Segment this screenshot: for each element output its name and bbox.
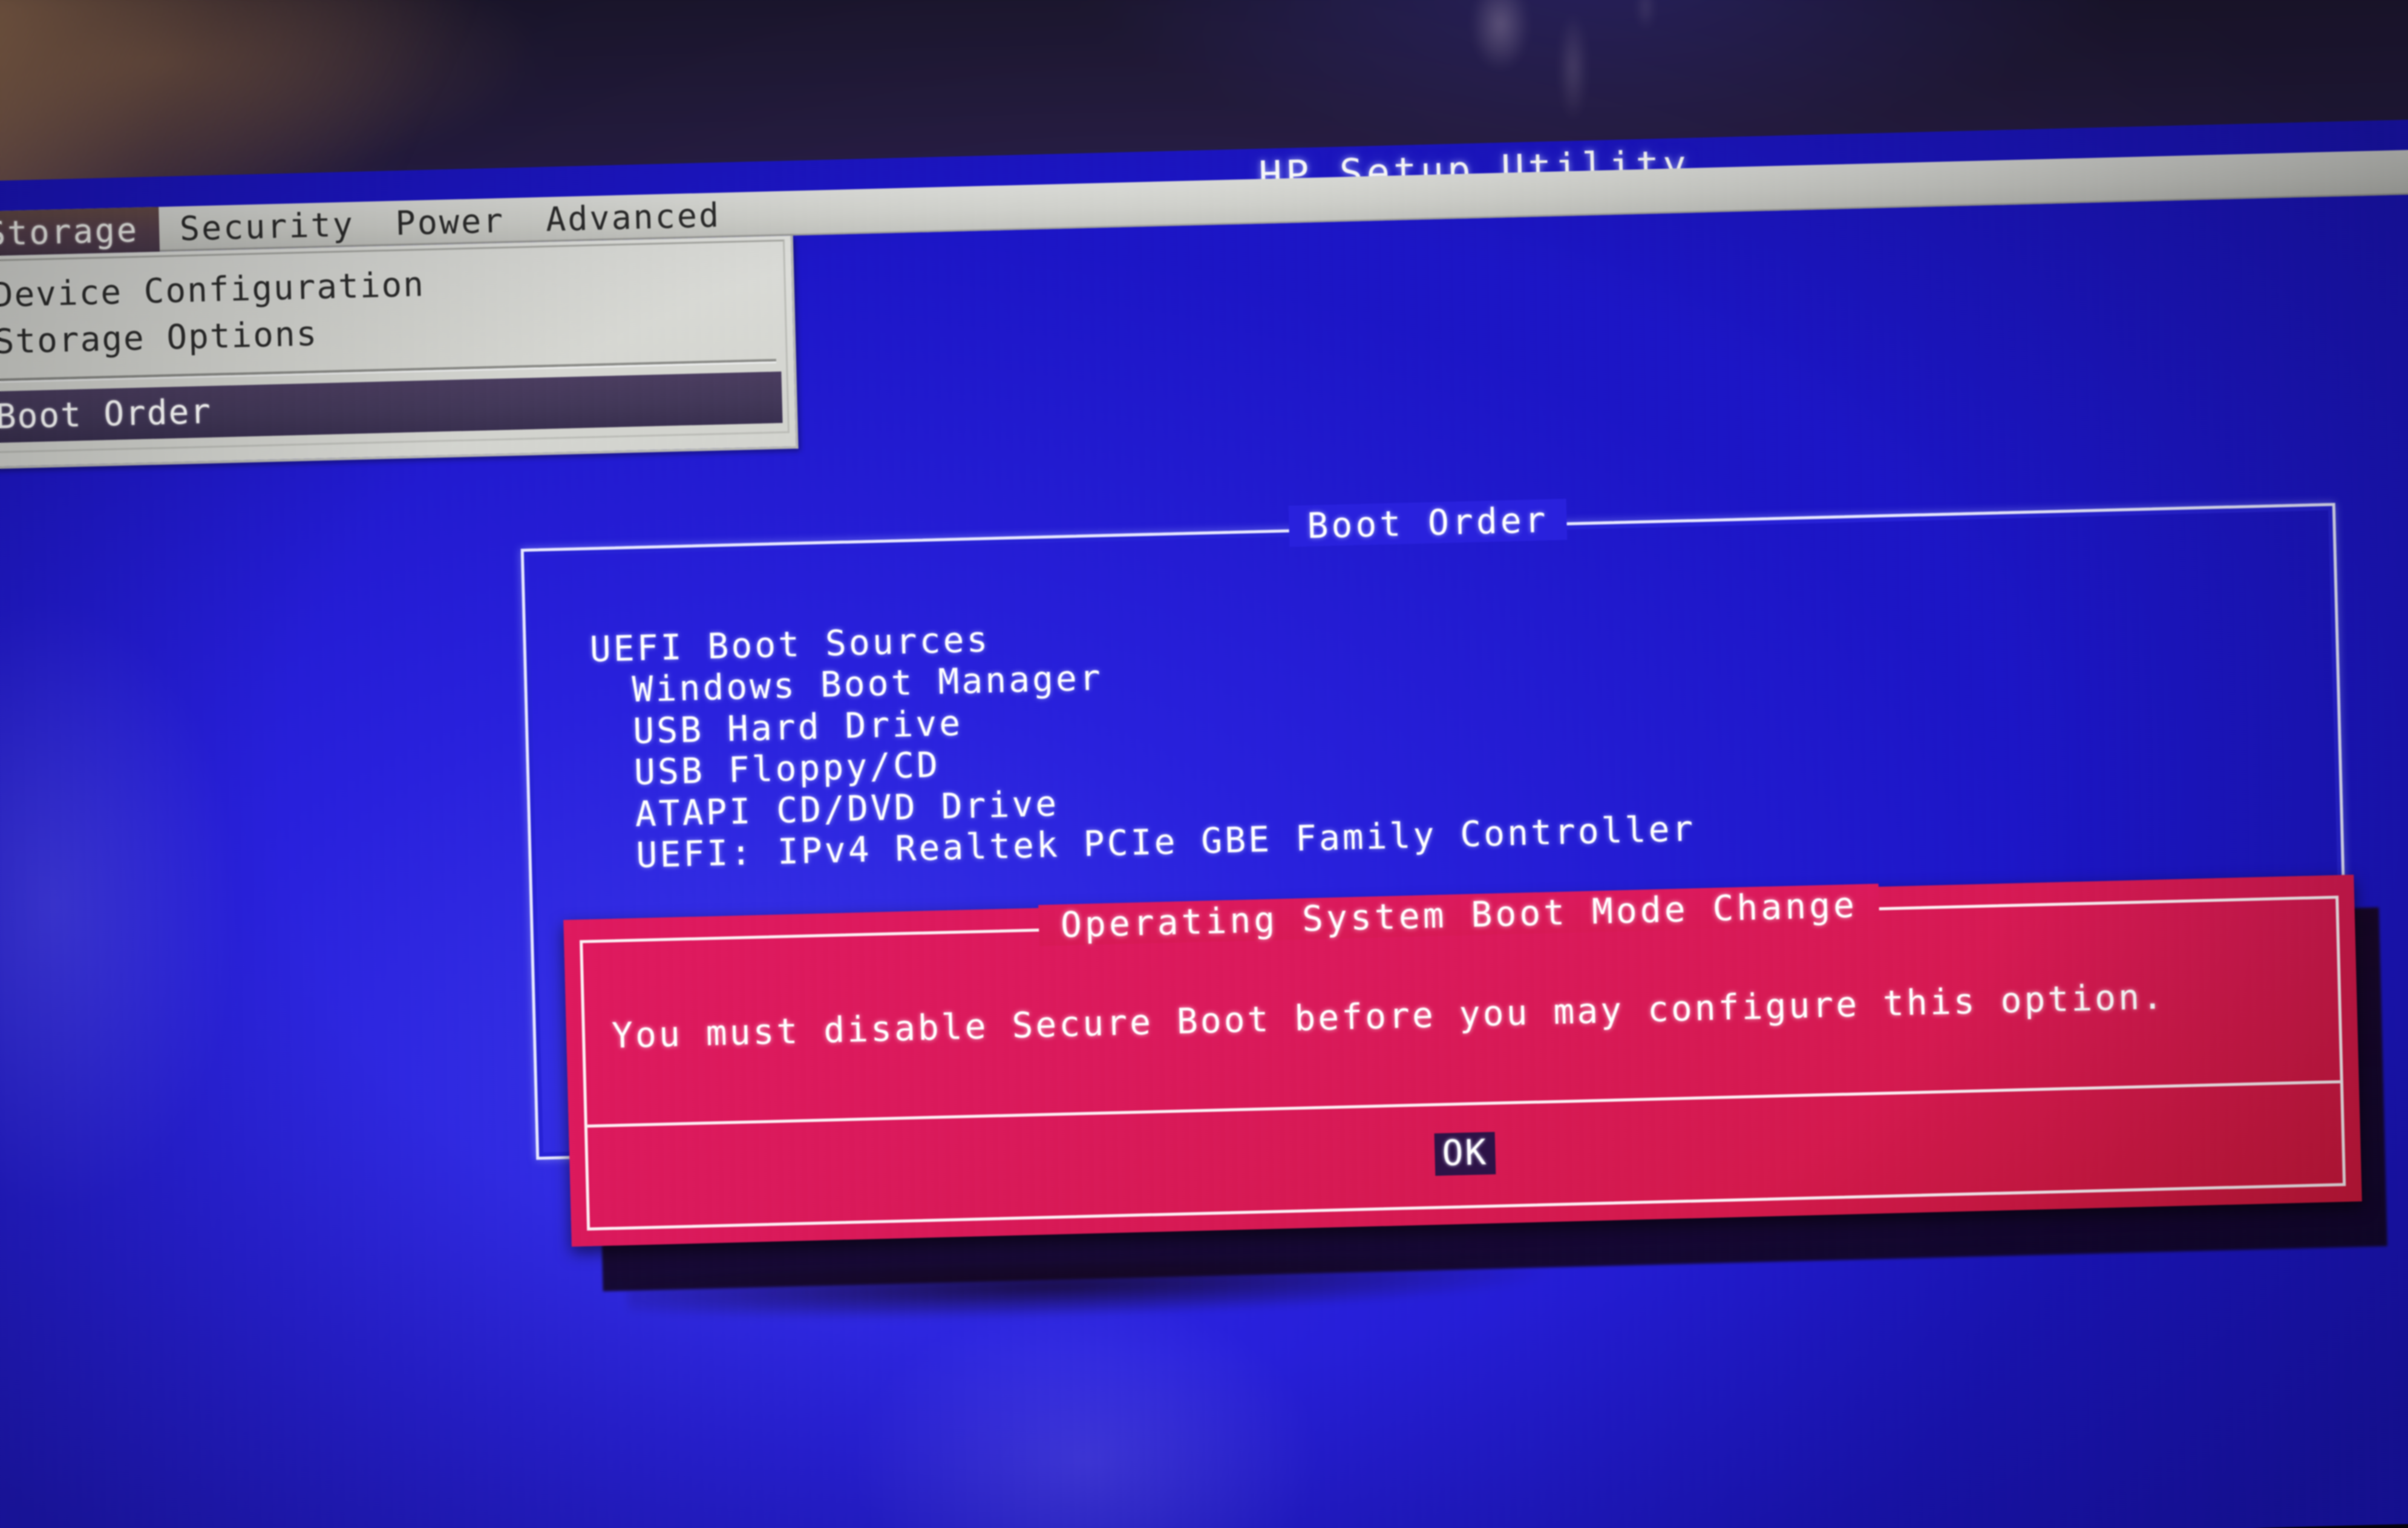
- menu-item-storage[interactable]: Storage: [0, 206, 160, 257]
- photo-of-monitor: HP Setup Utility Storage Security Power …: [0, 0, 2408, 1528]
- boot-order-panel-title: Boot Order: [1288, 499, 1568, 547]
- ok-button[interactable]: OK: [1434, 1132, 1496, 1176]
- dialog-message: You must disable Secure Boot before you …: [611, 975, 2166, 1057]
- menu-item-advanced[interactable]: Advanced: [525, 192, 742, 243]
- dialog-button-row: OK: [587, 1080, 2343, 1227]
- boot-order-list: UEFI Boot Sources Windows Boot Manager U…: [589, 585, 2316, 877]
- menu-item-security[interactable]: Security: [159, 202, 376, 252]
- boot-mode-change-dialog: Operating System Boot Mode Change You mu…: [563, 874, 2362, 1247]
- bios-screen: HP Setup Utility Storage Security Power …: [0, 118, 2408, 1528]
- dialog-frame: Operating System Boot Mode Change You mu…: [580, 884, 2346, 1231]
- dropdown-item-boot-order[interactable]: Boot Order: [0, 371, 783, 444]
- screen-glow-left: [0, 594, 416, 1331]
- menu-item-power[interactable]: Power: [375, 198, 526, 246]
- dropdown-inner-frame: Device Configuration Storage Options Boo…: [0, 239, 790, 455]
- storage-dropdown-menu: Device Configuration Storage Options Boo…: [0, 235, 799, 471]
